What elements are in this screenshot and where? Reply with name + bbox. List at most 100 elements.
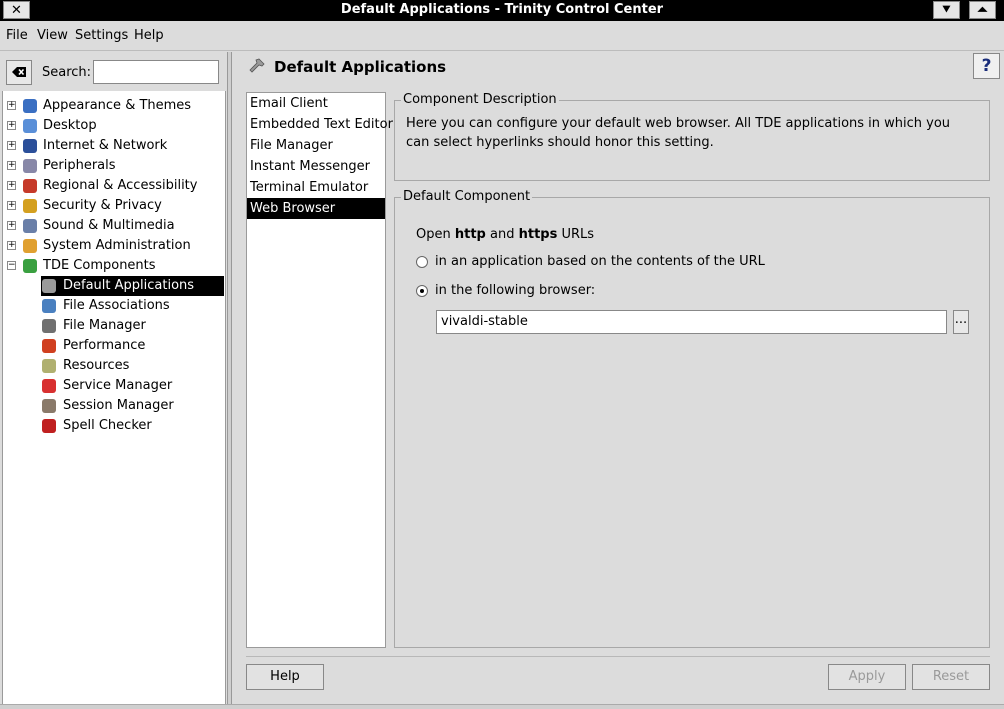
tree-category-gears[interactable]: + System Administration: [0, 236, 222, 256]
flag-icon: [23, 179, 37, 193]
tree-item-label: Session Manager: [63, 398, 174, 413]
menu-file[interactable]: File: [6, 28, 28, 43]
gears-icon: [23, 239, 37, 253]
tree-item-label: Appearance & Themes: [43, 98, 192, 113]
component-item[interactable]: Web Browser: [247, 198, 385, 219]
intro-text: Open: [416, 227, 455, 242]
maximize-button[interactable]: ⏶: [969, 1, 996, 19]
radio-url-contents-label[interactable]: in an application based on the contents …: [435, 254, 765, 269]
tree-category-desktop[interactable]: + Desktop: [0, 116, 222, 136]
tree-item-label: Performance: [63, 338, 146, 353]
expand-icon[interactable]: +: [7, 121, 16, 130]
minimize-button[interactable]: ⯆: [933, 1, 960, 19]
tree-item-label: TDE Components: [43, 258, 156, 273]
panel-splitter[interactable]: [227, 52, 232, 704]
menu-view[interactable]: View: [37, 28, 68, 43]
tree-category-mouse[interactable]: + Peripherals: [0, 156, 222, 176]
component-item[interactable]: Terminal Emulator: [247, 177, 385, 198]
maximize-icon: ⏶: [977, 3, 988, 18]
file-manager-icon: [42, 319, 56, 333]
radio-url-contents[interactable]: [416, 256, 428, 268]
bottom-separator: [246, 656, 990, 657]
tree-category-speaker[interactable]: + Sound & Multimedia: [0, 216, 222, 236]
tree-category-components[interactable]: − TDE Components: [0, 256, 222, 276]
tree-item-resources[interactable]: Resources: [0, 356, 222, 376]
tree-item-label: Desktop: [43, 118, 97, 133]
tree-item-label: File Manager: [63, 318, 146, 333]
tree-item-spellcheck[interactable]: Spell Checker: [0, 416, 222, 436]
clear-search-button[interactable]: [6, 60, 32, 85]
default-component-label: Default Component: [401, 189, 533, 204]
component-description-text: Here you can configure your default web …: [406, 116, 951, 150]
session-icon: [42, 399, 56, 413]
tree-item-rocket[interactable]: Performance: [0, 336, 222, 356]
search-input[interactable]: [93, 60, 219, 84]
expand-icon[interactable]: +: [7, 181, 16, 190]
expand-icon[interactable]: +: [7, 141, 16, 150]
file-associations-icon: [42, 299, 56, 313]
expand-icon[interactable]: +: [7, 221, 16, 230]
menu-settings[interactable]: Settings: [75, 28, 128, 43]
radio-following-browser-label[interactable]: in the following browser:: [435, 283, 595, 298]
whats-this-button[interactable]: ?: [973, 53, 1000, 79]
tree-category-appearance[interactable]: + Appearance & Themes: [0, 96, 222, 116]
tree-item-file-associations[interactable]: File Associations: [0, 296, 222, 316]
key-icon: [23, 199, 37, 213]
expand-icon[interactable]: +: [7, 201, 16, 210]
tree-item-label: Sound & Multimedia: [43, 218, 175, 233]
tree-item-file-manager[interactable]: File Manager: [0, 316, 222, 336]
menu-help[interactable]: Help: [134, 28, 164, 43]
open-urls-intro: Open http and https URLs: [416, 227, 594, 242]
component-item[interactable]: Instant Messenger: [247, 156, 385, 177]
reset-button[interactable]: Reset: [912, 664, 990, 690]
tree-item-label: Peripherals: [43, 158, 116, 173]
tree-category-globe[interactable]: + Internet & Network: [0, 136, 222, 156]
mouse-icon: [23, 159, 37, 173]
expand-icon[interactable]: +: [7, 241, 16, 250]
desktop-icon: [23, 119, 37, 133]
component-description-label: Component Description: [401, 92, 559, 107]
wrench-icon: [249, 58, 265, 73]
tree-item-wrench[interactable]: Default Applications: [0, 276, 224, 296]
tree-item-label: File Associations: [63, 298, 170, 313]
tree-item-label: System Administration: [43, 238, 191, 253]
wrench-icon: [42, 279, 56, 293]
browser-command-input[interactable]: vivaldi-stable: [436, 310, 947, 334]
tree-item-session[interactable]: Session Manager: [0, 396, 222, 416]
minimize-icon: ⯆: [941, 3, 952, 18]
help-button[interactable]: Help: [246, 664, 324, 690]
globe-icon: [23, 139, 37, 153]
menu-bar: File View Settings Help: [0, 22, 1004, 51]
help-icon: ?: [981, 56, 992, 76]
collapse-icon[interactable]: −: [7, 261, 16, 270]
spellcheck-icon: [42, 419, 56, 433]
component-item[interactable]: Email Client: [247, 93, 385, 114]
radio-following-browser[interactable]: [416, 285, 428, 297]
component-item[interactable]: File Manager: [247, 135, 385, 156]
appearance-icon: [23, 99, 37, 113]
intro-https: https: [518, 227, 558, 242]
tree-item-pin[interactable]: Service Manager: [0, 376, 222, 396]
tree-item-label: Regional & Accessibility: [43, 178, 198, 193]
intro-suffix: URLs: [557, 227, 595, 242]
tree-category-flag[interactable]: + Regional & Accessibility: [0, 176, 222, 196]
speaker-icon: [23, 219, 37, 233]
tree-item-label: Internet & Network: [43, 138, 168, 153]
rocket-icon: [42, 339, 56, 353]
window-title: Default Applications - Trinity Control C…: [340, 2, 664, 17]
module-header-icon: [248, 58, 266, 78]
browse-button[interactable]: ...: [953, 310, 969, 334]
apply-button[interactable]: Apply: [828, 664, 906, 690]
expand-icon[interactable]: +: [7, 101, 16, 110]
intro-http: http: [454, 227, 486, 242]
title-bar: ✕ Default Applications - Trinity Control…: [0, 0, 1004, 21]
tree-item-label: Service Manager: [63, 378, 173, 393]
tree-item-label: Security & Privacy: [43, 198, 162, 213]
expand-icon[interactable]: +: [7, 161, 16, 170]
resources-icon: [42, 359, 56, 373]
search-label: Search:: [42, 65, 92, 80]
tree-category-key[interactable]: + Security & Privacy: [0, 196, 222, 216]
tree-item-label: Resources: [63, 358, 130, 373]
tree-item-label: Spell Checker: [63, 418, 152, 433]
component-item[interactable]: Embedded Text Editor: [247, 114, 393, 135]
